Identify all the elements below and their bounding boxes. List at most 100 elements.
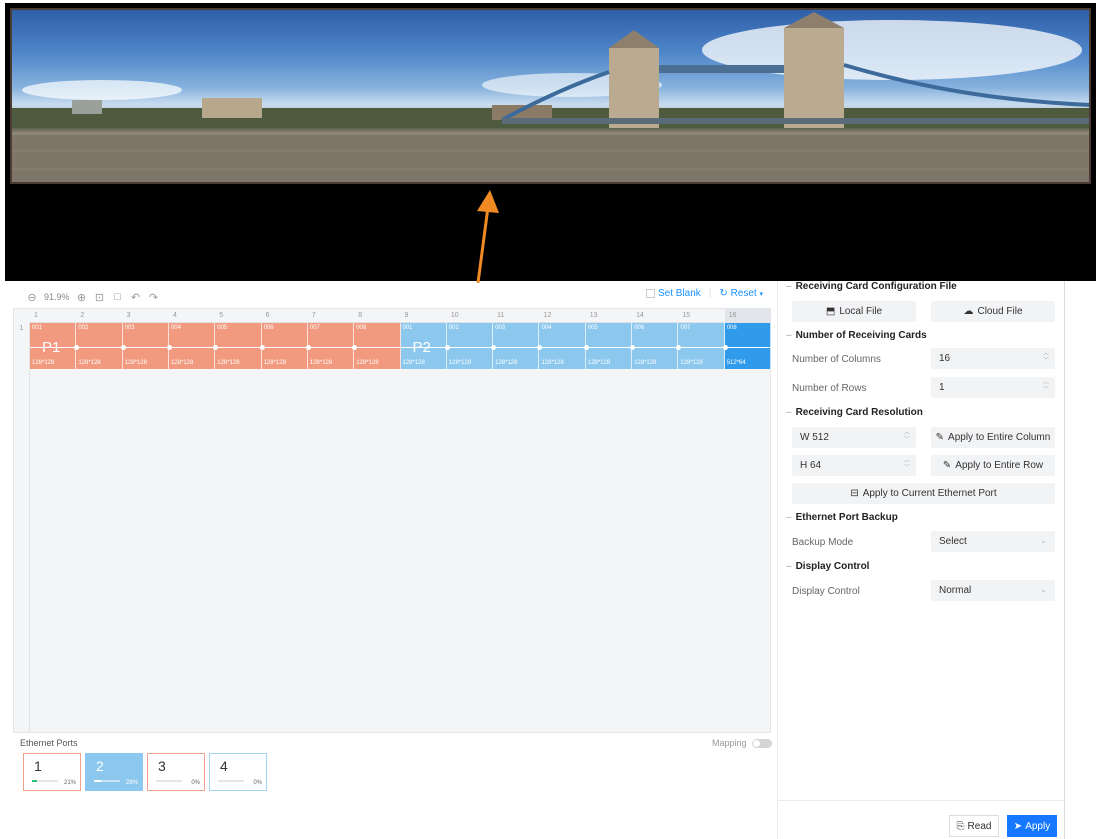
reset-button[interactable]: ↻ Reset ▾: [719, 288, 763, 299]
backup-section-title[interactable]: Ethernet Port Backup: [786, 512, 898, 523]
column-number: 3: [126, 312, 131, 319]
canvas-toolbar: ⊖ 91.9% ⊕ ⊡ □ ↶ ↷ Set Blank | ↻ Reset ▾: [26, 288, 763, 304]
backup-mode-select[interactable]: Select ⌄: [931, 531, 1055, 552]
port-number: 1: [34, 758, 42, 774]
receiving-card-cell[interactable]: 003 128*128: [120, 323, 169, 369]
apply-row-button[interactable]: ✎ Apply to Entire Row: [931, 455, 1055, 476]
stepper-icon[interactable]: ︿ ﹀: [1043, 351, 1049, 365]
receiving-card-cell[interactable]: 005 128*128: [583, 323, 633, 369]
ethernet-port-card[interactable]: 4 0%: [209, 753, 267, 791]
display-control-select[interactable]: Normal ⌄: [931, 580, 1055, 601]
receiving-card-cell[interactable]: 006 128*128: [630, 323, 679, 369]
card-index: 003: [495, 325, 506, 331]
column-number: 9: [404, 312, 409, 319]
local-file-button[interactable]: ⬒ Local File: [792, 301, 916, 322]
apply-column-label: Apply to Entire Column: [948, 432, 1051, 443]
ethernet-port-card[interactable]: 2 28%: [85, 753, 143, 791]
stepper-icon[interactable]: ︿ ﹀: [904, 430, 910, 444]
receiving-card-cell[interactable]: 001 128*128 P2: [400, 323, 447, 369]
connection-line: [261, 347, 307, 348]
config-file-section-title[interactable]: Receiving Card Configuration File: [786, 281, 957, 292]
read-button[interactable]: ⎘ Read: [949, 815, 999, 837]
width-input[interactable]: W 512 ︿ ﹀: [792, 427, 916, 448]
chevron-down-icon: ⌄: [1040, 585, 1047, 594]
ethernet-port-list: 1 21% 2 28% 3 0% 4 0%: [23, 753, 267, 791]
ethernet-icon: ⊟: [850, 488, 859, 499]
port-load-percent: 28%: [125, 780, 138, 786]
card-index: 002: [448, 325, 459, 331]
connection-line: [168, 347, 215, 348]
mapping-toggle[interactable]: [751, 738, 772, 748]
column-number: 8: [358, 312, 363, 319]
apply-label: Apply: [1025, 820, 1051, 832]
mapping-label: Mapping: [712, 738, 747, 748]
stepper-icon[interactable]: ︿ ﹀: [1043, 380, 1049, 394]
connection-line: [354, 347, 400, 348]
receiving-card-cell[interactable]: 003 128*128: [491, 323, 540, 369]
apply-port-button[interactable]: ⊟ Apply to Current Ethernet Port: [792, 483, 1055, 504]
connection-line: [76, 347, 122, 348]
zoom-out-icon[interactable]: ⊖: [26, 291, 38, 304]
zoom-in-icon[interactable]: ⊕: [76, 291, 88, 304]
arrow-icon: [476, 190, 499, 283]
receiving-card-cell[interactable]: 006 128*128: [259, 323, 308, 369]
receiving-card-cell[interactable]: 005 128*128: [213, 323, 262, 369]
receiving-card-cell[interactable]: 002 128*128: [444, 323, 494, 369]
column-number: 6: [265, 312, 270, 319]
connection-dot: [120, 345, 126, 350]
card-resolution: 128*128: [78, 360, 101, 366]
ethernet-port-card[interactable]: 3 0%: [147, 753, 205, 791]
local-file-label: Local File: [839, 306, 883, 317]
redo-icon[interactable]: ↷: [148, 291, 160, 304]
apply-button[interactable]: ➤ Apply: [1007, 815, 1057, 837]
mapping-switch[interactable]: Mapping: [712, 738, 772, 748]
resolution-section-title[interactable]: Receiving Card Resolution: [786, 407, 923, 418]
display-section-title[interactable]: Display Control: [786, 561, 870, 572]
set-blank-checkbox[interactable]: Set Blank: [645, 288, 701, 299]
connection-line: [585, 347, 632, 348]
display-control-value: Normal: [939, 585, 972, 596]
actual-size-icon[interactable]: □: [112, 291, 124, 303]
rows-input[interactable]: 1 ︿ ﹀: [931, 377, 1055, 398]
cloud-file-button[interactable]: ☁ Cloud File: [931, 301, 1055, 322]
card-index: 001: [402, 325, 413, 331]
receiving-card-cell[interactable]: 007 128*128: [305, 323, 355, 369]
backup-mode-value: Select: [939, 536, 967, 547]
stepper-icon[interactable]: ︿ ﹀: [904, 458, 910, 472]
connection-line: [446, 347, 493, 348]
height-value: H 64: [800, 460, 822, 471]
receiving-card-cell[interactable]: 001 128*128 P1: [30, 323, 77, 369]
connection-dot: [537, 345, 543, 350]
row-number: 1: [19, 325, 24, 332]
card-index: 007: [680, 325, 691, 331]
cloud-file-label: Cloud File: [977, 306, 1023, 317]
settings-panel: Receiving Card Configuration File ⬒Local…: [777, 281, 1066, 839]
receiving-card-cell[interactable]: 008 128*128: [352, 323, 401, 369]
connection-dot: [259, 345, 265, 350]
fit-screen-icon[interactable]: ⊡: [94, 291, 106, 304]
port-load-percent: 21%: [63, 780, 76, 786]
card-resolution: 128*128: [541, 360, 564, 366]
card-resolution: 128*128: [634, 360, 657, 366]
receiving-card-cell[interactable]: 007 128*128: [676, 323, 725, 369]
layout-canvas[interactable]: 1 2 3 4 5 6 7 8 9 10 11 12 13 14 15 16 1 001 128*128 P1 00…: [13, 308, 771, 733]
connection-dot: [166, 345, 172, 350]
card-resolution: 128*128: [124, 360, 147, 366]
columns-value: 16: [939, 353, 951, 364]
ethernet-port-card[interactable]: 1 21%: [23, 753, 81, 791]
undo-icon[interactable]: ↶: [130, 291, 142, 304]
height-input[interactable]: H 64 ︿ ﹀: [792, 455, 916, 476]
apply-column-button[interactable]: ✎ Apply to Entire Column: [931, 427, 1055, 448]
read-icon: ⎘: [956, 820, 965, 832]
column-number: 4: [172, 312, 177, 319]
zoom-level: 91.9%: [44, 292, 70, 302]
receiving-card-cell[interactable]: 002 128*128: [74, 323, 123, 369]
card-index: 008: [356, 325, 367, 331]
display-control-label: Display Control: [792, 586, 860, 597]
receiving-card-cell[interactable]: 004 128*128: [537, 323, 586, 369]
card-count-section-title[interactable]: Number of Receiving Cards: [786, 330, 927, 341]
columns-input[interactable]: 16 ︿ ﹀: [931, 348, 1055, 369]
receiving-card-cell[interactable]: 008 512*64: [722, 323, 771, 369]
receiving-card-cell[interactable]: 004 128*128: [166, 323, 216, 369]
port-load-bar: [32, 780, 58, 782]
